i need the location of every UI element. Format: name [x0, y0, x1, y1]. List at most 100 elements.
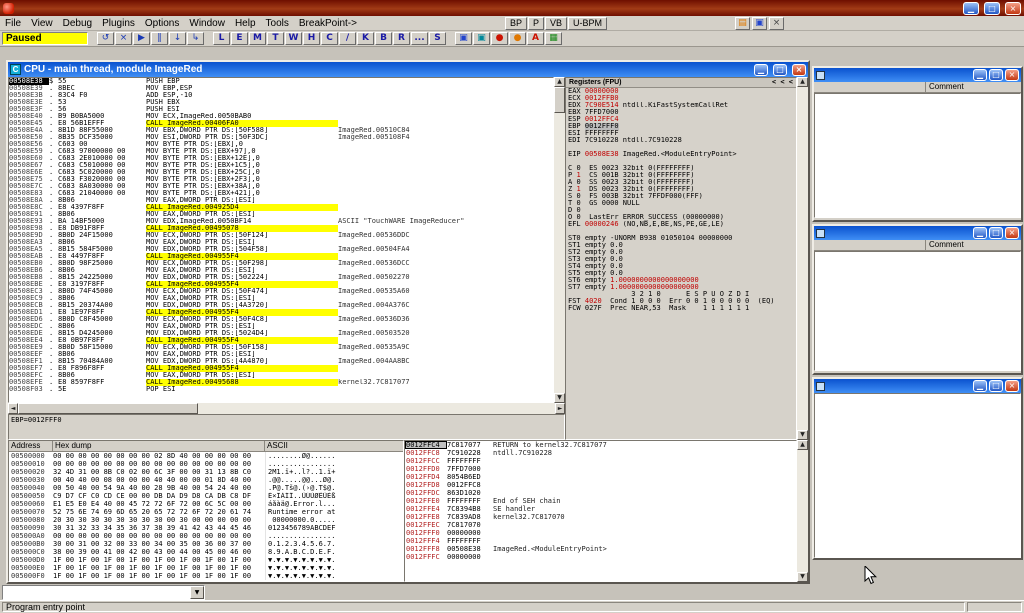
disasm-row[interactable]: 00508E3E . 53 PUSH EBX	[9, 99, 553, 106]
disasm-row[interactable]: 00508EEF . 8B06 MOV EAX,DWORD PTR DS:[ES…	[9, 351, 553, 358]
disasm-row[interactable]: 00508EB6 . 8B06 MOV EAX,DWORD PTR DS:[ES…	[9, 267, 553, 274]
dump-row[interactable]: 00500010 00 00 00 00 00 00 00 00 00 00 0…	[9, 460, 403, 468]
toolbar-icon-button[interactable]: ●	[509, 32, 526, 45]
dump-row[interactable]: 00500070 52 75 6E 74 69 6D 65 20 65 72 7…	[9, 508, 403, 516]
menu-plugin-button[interactable]: P	[528, 17, 544, 30]
disasm-vscrollbar[interactable]: ▲ ▼	[554, 77, 565, 403]
memory-dump-pane[interactable]: Address Hex dump ASCII 00500000 00 00 00…	[8, 440, 404, 582]
stack-row[interactable]: 0012FFC4 7C817077 RETURN to kernel32.7C8…	[405, 441, 796, 449]
menu-plugin-button[interactable]: BP	[505, 17, 527, 30]
dump-row[interactable]: 00500090 30 31 32 33 34 35 36 37 38 39 4…	[9, 524, 403, 532]
side-window-1-body[interactable]	[814, 93, 1021, 218]
disasm-row[interactable]: 00508EC9 . 8B06 MOV EAX,DWORD PTR DS:[ES…	[9, 295, 553, 302]
disasm-row[interactable]: 00508EFE . E8 8597F8FF CALL ImageRed.004…	[9, 379, 553, 386]
dump-row[interactable]: 005000B0 30 00 31 00 32 00 33 00 34 00 3…	[9, 540, 403, 548]
register-eip[interactable]: EIP 00508E38 ImageRed.<ModuleEntryPoint>	[566, 151, 796, 158]
menu-item[interactable]: Plugins	[97, 17, 140, 30]
stack-pane[interactable]: 0012FFC4 7C817077 RETURN to kernel32.7C8…	[404, 440, 797, 582]
maximize-button[interactable]	[984, 2, 1000, 15]
fcw-row[interactable]: FCW 027F Prec NEAR,53 Mask 1 1 1 1 1 1	[566, 305, 796, 312]
disasm-row[interactable]: 00508E40 . B9 B0BA5000 MOV ECX,ImageRed.…	[9, 113, 553, 120]
fpu-register-row[interactable]: ST3 empty 0.0	[566, 256, 796, 263]
dump-col-ascii[interactable]: ASCII	[265, 441, 403, 451]
menu-item[interactable]: File	[0, 17, 26, 30]
disasm-row[interactable]: 00508E45 . E8 56B1EFFF CALL ImageRed.004…	[9, 120, 553, 127]
disasm-row[interactable]: 00508E50 . 8B35 DCF35000 MOV ESI,DWORD P…	[9, 134, 553, 141]
side2-col1-header[interactable]	[814, 240, 926, 250]
disasm-row[interactable]: 00508EE4 . E8 0B97F8FF CALL ImageRed.004…	[9, 337, 553, 344]
disasm-row[interactable]: 00508EF1 . 8B15 70484A00 MOV EDX,DWORD P…	[9, 358, 553, 365]
window-letter-button[interactable]: ...	[411, 32, 428, 45]
disasm-row[interactable]: 00508E59 . C683 97000000 00 MOV BYTE PTR…	[9, 148, 553, 155]
register-row[interactable]: ESI FFFFFFFF	[566, 130, 796, 137]
side3-maximize-button[interactable]	[989, 380, 1003, 392]
dump-row[interactable]: 00500040 00 50 40 00 54 9A 40 00 28 9B 4…	[9, 484, 403, 492]
debug-toolbar-button[interactable]: ↳	[187, 32, 204, 45]
register-row[interactable]: EBP 0012FFF0	[566, 123, 796, 130]
disasm-hscrollbar[interactable]: ◄ ►	[8, 403, 565, 414]
cpu-window-titlebar[interactable]: C CPU - main thread, module ImageRed	[8, 62, 808, 77]
fpu-register-row[interactable]: ST2 empty 0.0	[566, 249, 796, 256]
menu-item[interactable]: Help	[230, 17, 261, 30]
disasm-row[interactable]: 00508EAB . E8 4497F8FF CALL ImageRed.004…	[9, 253, 553, 260]
flag-row[interactable]: Z 1 DS 0023 32bit 0(FFFFFFFF)	[566, 186, 796, 193]
window-letter-button[interactable]: W	[285, 32, 302, 45]
cpu-minimize-button[interactable]	[754, 64, 768, 76]
disasm-row[interactable]: 00508EBE . E8 3197F8FF CALL ImageRed.004…	[9, 281, 553, 288]
side1-col1-header[interactable]	[814, 82, 926, 92]
flag-row[interactable]: D 0	[566, 207, 796, 214]
stack-row[interactable]: 0012FFEC 7C817070	[405, 521, 796, 529]
side1-close-button[interactable]	[1005, 69, 1019, 81]
scroll-right-icon[interactable]: ►	[555, 403, 565, 414]
dump-row[interactable]: 00500000 00 00 00 00 00 00 00 00 02 8D 4…	[9, 452, 403, 460]
menu-item[interactable]: Debug	[58, 17, 97, 30]
registers-view-arrows-icon[interactable]: < < <	[772, 78, 793, 87]
disasm-row[interactable]: 00508EA3 . 8B06 MOV EAX,DWORD PTR DS:[ES…	[9, 239, 553, 246]
disasm-row[interactable]: 00508EFC . 8B06 MOV EAX,DWORD PTR DS:[ES…	[9, 372, 553, 379]
toolbar-icon-button[interactable]: ▣	[473, 32, 490, 45]
side-window-2-body[interactable]	[814, 251, 1021, 371]
disasm-row[interactable]: 00508EF7 . E8 F896F8FF CALL ImageRed.004…	[9, 365, 553, 372]
disasm-row[interactable]: 00508E93 . BA 14BF5000 MOV EDX,ImageRed.…	[9, 218, 553, 225]
side1-col2-header[interactable]: Comment	[926, 82, 1021, 92]
cpu-close-button[interactable]	[792, 64, 806, 76]
toolbar-icon-button[interactable]: ●	[491, 32, 508, 45]
disasm-row[interactable]: 00508ED6 . 8B0D C8F45000 MOV ECX,DWORD P…	[9, 316, 553, 323]
scroll-up-icon[interactable]: ▲	[797, 77, 808, 87]
window-letter-button[interactable]: S	[429, 32, 446, 45]
window-letter-button[interactable]: K	[357, 32, 374, 45]
dump-row[interactable]: 00500060 E1 E5 E0 E4 40 00 45 72 72 6F 7…	[9, 500, 403, 508]
side2-col2-header[interactable]: Comment	[926, 240, 1021, 250]
toolbar-icon-button[interactable]: A	[527, 32, 544, 45]
flag-row[interactable]: C 0 ES 0023 32bit 0(FFFFFFFF)	[566, 165, 796, 172]
disasm-row[interactable]: 00508E56 . C603 00 MOV BYTE PTR DS:[EBX]…	[9, 141, 553, 148]
debug-toolbar-button[interactable]: ▶	[133, 32, 150, 45]
combo-dropdown-icon[interactable]	[190, 586, 204, 599]
disasm-row[interactable]: 00508EDC . 8B06 MOV EAX,DWORD PTR DS:[ES…	[9, 323, 553, 330]
main-titlebar[interactable]	[0, 0, 1024, 16]
flag-row[interactable]: O 0 LastErr ERROR_SUCCESS (00000000)	[566, 214, 796, 221]
scroll-up-icon[interactable]: ▲	[797, 440, 808, 450]
dump-row[interactable]: 00500030 00 40 40 00 08 00 00 00 40 40 0…	[9, 476, 403, 484]
scroll-left-icon[interactable]: ◄	[8, 403, 18, 414]
register-row[interactable]: ESP 0012FFC4	[566, 116, 796, 123]
disasm-row[interactable]: 00508E39 . 8BEC MOV EBP,ESP	[9, 85, 553, 92]
window-letter-button[interactable]: H	[303, 32, 320, 45]
registers-scrollbar[interactable]: ▲ ▼	[797, 77, 808, 440]
flag-row[interactable]: T 0 GS 0000 NULL	[566, 200, 796, 207]
window-letter-button[interactable]: /	[339, 32, 356, 45]
registers-pane[interactable]: Registers (FPU) < < < EAX 00000000 ECX 0…	[565, 77, 797, 440]
flag-row[interactable]: A 0 SS 0023 32bit 0(FFFFFFFF)	[566, 179, 796, 186]
side3-close-button[interactable]	[1005, 380, 1019, 392]
window-letter-button[interactable]: B	[375, 32, 392, 45]
command-input[interactable]	[3, 586, 190, 599]
debug-toolbar-button[interactable]: ×	[115, 32, 132, 45]
disasm-row[interactable]: 00508E4A . 8B1D 88F55000 MOV EBX,DWORD P…	[9, 127, 553, 134]
window-letter-button[interactable]: R	[393, 32, 410, 45]
register-row[interactable]: EBX 7FFD7000	[566, 109, 796, 116]
disasm-row[interactable]: 00508EB0 . 8B0D 98F25000 MOV ECX,DWORD P…	[9, 260, 553, 267]
stack-row[interactable]: 0012FFF0 00000000	[405, 529, 796, 537]
window-letter-button[interactable]: E	[231, 32, 248, 45]
scroll-thumb[interactable]	[554, 87, 565, 113]
menu-item[interactable]: Window	[184, 17, 230, 30]
